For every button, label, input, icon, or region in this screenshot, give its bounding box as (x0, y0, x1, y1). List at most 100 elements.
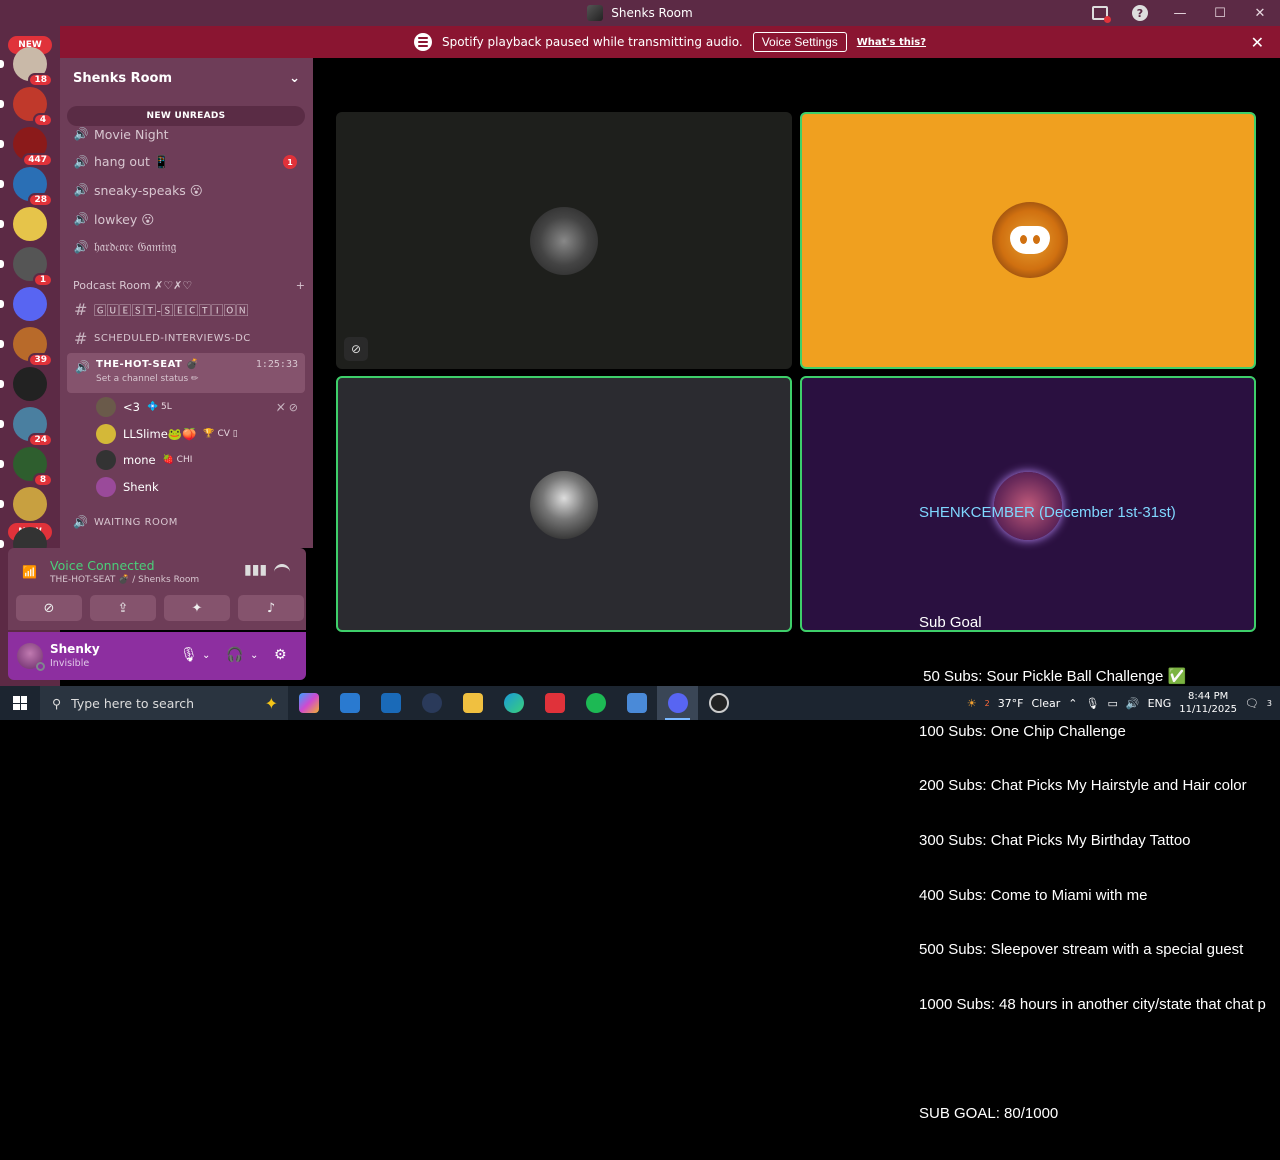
voice-channel-sneaky-speaks[interactable]: 🔊 sneaky-speaks 😮 (68, 177, 305, 203)
microphone-tray-icon[interactable]: 🎙 (1086, 697, 1100, 710)
clock[interactable]: 8:44 PM 11/11/2025 (1179, 690, 1237, 716)
chevron-down-icon[interactable]: ⌄ (202, 650, 210, 661)
server-icon[interactable] (13, 367, 47, 401)
obs-app-icon[interactable] (698, 686, 739, 720)
close-window-button[interactable]: ✕ (1240, 0, 1280, 26)
chevron-down-icon[interactable]: ⌄ (250, 650, 258, 661)
taskbar-search[interactable]: ⚲ Type here to search ✦ (40, 686, 288, 720)
speaker-icon: 🔊 (73, 515, 89, 529)
video-tile[interactable]: ⊘ (336, 112, 792, 369)
inbox-icon[interactable] (1080, 0, 1120, 26)
window-app-icon[interactable] (616, 686, 657, 720)
weather-temp[interactable]: 37°F (998, 697, 1024, 710)
participant-avatar (530, 207, 598, 275)
unread-pip (0, 220, 4, 228)
avatar[interactable] (17, 643, 45, 671)
channel-label: sneaky-speaks 😮 (94, 182, 203, 198)
close-notice-icon[interactable]: ✕ (1251, 33, 1264, 52)
category-podcast-room[interactable]: Podcast Room ✗♡✗♡ + (73, 275, 305, 295)
notification-icon[interactable]: 🗨 (1245, 697, 1259, 710)
file-explorer-app-icon[interactable] (452, 686, 493, 720)
voice-channel-hang-out[interactable]: 🔊 hang out 📱 1 (68, 149, 305, 175)
voice-member[interactable]: <3 💠 5L ✕̸ ⊘ (96, 395, 305, 419)
chevron-up-icon[interactable]: ⌃ (1068, 697, 1077, 710)
signal-icon[interactable]: 📶 (22, 565, 38, 579)
text-channel-guest-section[interactable]: # 🄶🅄🄴🅂🅃-🅂🄴🄲🅃🄸🄾🄽 (68, 296, 305, 322)
sparkle-icon: ✦ (264, 693, 278, 713)
volume-icon[interactable]: 🔊 (1126, 697, 1140, 710)
soundboard-button[interactable]: ♪ (238, 595, 304, 621)
voice-connected-subtitle[interactable]: THE-HOT-SEAT 💣 / Shenks Room (50, 575, 199, 585)
video-tile-speaking[interactable] (336, 376, 792, 632)
gear-icon[interactable]: ⚙ (274, 647, 287, 663)
camera-off-button[interactable]: ⊘ (16, 595, 82, 621)
voice-connected-title[interactable]: Voice Connected (50, 558, 155, 573)
voice-channel-hardcore-gaming[interactable]: 🔊 𝔥𝔞𝔯𝔡𝔠𝔬𝔯𝔢 𝔊𝔞𝔪𝔦𝔫𝔤 (68, 234, 305, 260)
unread-pip (0, 260, 4, 268)
voice-channel-waiting-room[interactable]: 🔊 WAITING ROOM (68, 509, 305, 535)
voice-member[interactable]: LLSlime🐸🍑 🏆 CV ▯ (96, 422, 305, 446)
copilot-app-icon[interactable] (288, 686, 329, 720)
server-icon[interactable]: 18 (13, 47, 53, 87)
maximize-button[interactable]: ☐ (1200, 0, 1240, 26)
weather-text[interactable]: Clear (1032, 697, 1061, 710)
discord-app-icon[interactable] (657, 686, 698, 720)
mention-badge: 28 (28, 193, 53, 207)
channel-label: 🄶🅄🄴🅂🅃-🅂🄴🄲🅃🄸🄾🄽 (94, 302, 249, 318)
user-name[interactable]: Shenky (50, 642, 100, 656)
channel-list: Shenks Room ⌄ NEW UNREADS 🔊 Movie Night … (60, 58, 313, 548)
server-icon[interactable]: 39 (13, 327, 53, 367)
server-icon[interactable]: 24 (13, 407, 53, 447)
voice-channel-movie-night[interactable]: 🔊 Movie Night (68, 121, 305, 147)
outlook-app-icon[interactable] (370, 686, 411, 720)
unread-pip (0, 500, 4, 508)
category-label: Podcast Room ✗♡✗♡ (73, 278, 193, 292)
voice-member[interactable]: Shenk (96, 475, 305, 499)
user-panel: Shenky Invisible 🎙 ⌄ 🎧 ⌄ ⚙ (8, 632, 306, 680)
server-icon[interactable]: 8 (13, 447, 53, 487)
voice-channel-hot-seat[interactable]: 🔊 THE-HOT-SEAT 💣 Set a channel status ✏ … (67, 353, 305, 393)
server-icon[interactable]: 1 (13, 247, 53, 287)
voice-channel-lowkey[interactable]: 🔊 lowkey 😮 (68, 206, 305, 232)
server-icon[interactable]: 28 (13, 167, 53, 207)
network-icon[interactable]: ▭ (1107, 697, 1117, 710)
video-tile-speaking[interactable] (800, 112, 1256, 369)
chevron-down-icon: ⌄ (289, 70, 300, 86)
minimize-button[interactable]: — (1160, 0, 1200, 26)
notice-text: Spotify playback paused while transmitti… (441, 35, 743, 49)
screen-share-button[interactable]: ⇪ (90, 595, 156, 621)
channel-label: 𝔥𝔞𝔯𝔡𝔠𝔬𝔯𝔢 𝔊𝔞𝔪𝔦𝔫𝔤 (94, 239, 177, 254)
server-icon[interactable]: 4 (13, 87, 53, 127)
server-icon[interactable] (13, 207, 47, 241)
store-app-icon[interactable] (329, 686, 370, 720)
disconnect-icon[interactable] (274, 564, 290, 572)
voice-member[interactable]: mone 🍓 CHI (96, 448, 305, 472)
microphone-icon[interactable]: 🎙 (180, 647, 198, 663)
channel-label: lowkey 😮 (94, 211, 155, 227)
add-channel-icon[interactable]: + (296, 279, 305, 292)
title-bar: Shenks Room ? — ☐ ✕ (0, 0, 1280, 26)
clock-time: 8:44 PM (1187, 691, 1229, 702)
stream-overlay-text: SHENKCEMBER (December 1st-31st) Sub Goal… (919, 468, 1280, 1160)
spotify-app-icon[interactable] (575, 686, 616, 720)
text-channel-scheduled-interviews[interactable]: # SCHEDULED-INTERVIEWS-DC (68, 325, 305, 351)
headphones-icon[interactable]: 🎧 (226, 647, 243, 663)
channel-status[interactable]: Set a channel status ✏ (96, 374, 199, 384)
activities-button[interactable]: ✦ (164, 595, 230, 621)
mention-badge: 18 (28, 73, 53, 87)
noise-suppression-icon[interactable]: ▮▮▮ (244, 562, 267, 578)
steam-app-icon[interactable] (411, 686, 452, 720)
voice-settings-button[interactable]: Voice Settings (752, 32, 847, 52)
wps-app-icon[interactable] (534, 686, 575, 720)
server-icon[interactable]: 447 (13, 127, 53, 167)
edge-app-icon[interactable] (493, 686, 534, 720)
start-button[interactable] (0, 686, 40, 720)
unread-pip (0, 60, 4, 68)
help-icon[interactable]: ? (1120, 0, 1160, 26)
server-icon[interactable] (13, 287, 47, 321)
server-icon[interactable] (13, 487, 47, 521)
server-header[interactable]: Shenks Room ⌄ (60, 58, 313, 98)
weather-icon[interactable]: ☀ (967, 697, 977, 710)
whats-this-link[interactable]: What's this? (857, 37, 926, 48)
language-indicator[interactable]: ENG (1148, 697, 1172, 710)
